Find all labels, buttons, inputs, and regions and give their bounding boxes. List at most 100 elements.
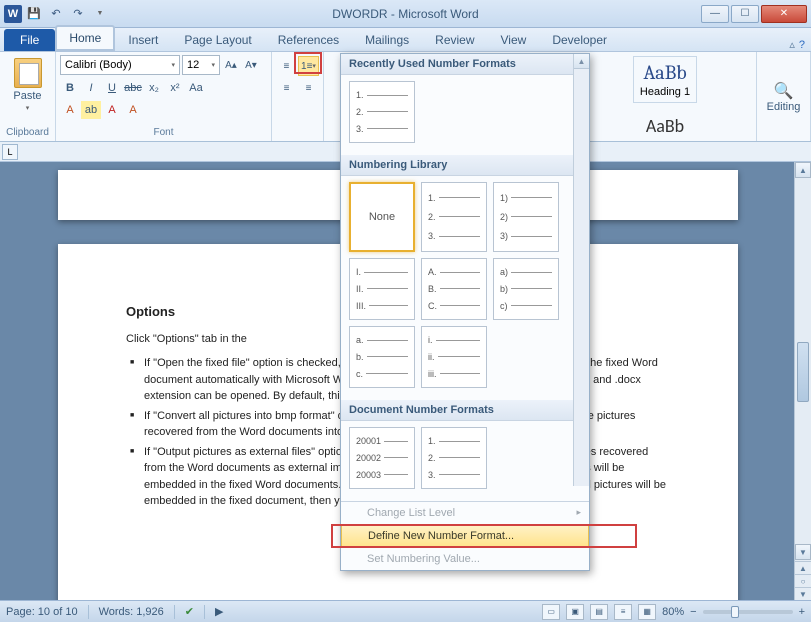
- ribbon-tabs: File Home Insert Page Layout References …: [0, 28, 811, 52]
- group-clipboard-label: Clipboard: [4, 126, 51, 139]
- zoom-percent[interactable]: 80%: [662, 606, 684, 618]
- group-paragraph-label: [276, 137, 319, 139]
- gallery-item[interactable]: 1. 2. 3.: [421, 427, 487, 489]
- gallery-item[interactable]: 1. 2. 3.: [421, 182, 487, 252]
- gallery-scrollbar[interactable]: ▲: [573, 54, 589, 486]
- tab-home[interactable]: Home: [55, 25, 115, 51]
- maximize-button[interactable]: ☐: [731, 5, 759, 23]
- grow-font-icon[interactable]: A▴: [222, 56, 240, 74]
- gallery-item[interactable]: 20001 20002 20003: [349, 427, 415, 489]
- subscript-button[interactable]: x₂: [144, 79, 164, 97]
- italic-button[interactable]: I: [81, 79, 101, 97]
- tab-page-layout[interactable]: Page Layout: [171, 28, 264, 51]
- text-effects-button[interactable]: A: [60, 101, 80, 119]
- group-paragraph: ≡ 1≡▾ ≡ ≡: [272, 52, 324, 141]
- shrink-font-icon[interactable]: A▾: [242, 56, 260, 74]
- view-draft-button[interactable]: ▦: [638, 604, 656, 620]
- paste-label: Paste: [13, 90, 41, 102]
- gallery-header-library: Numbering Library: [341, 155, 589, 176]
- title-bar: W 💾 ↶ ↷ ▼ DWORDR - Microsoft Word — ☐ ✕: [0, 0, 811, 28]
- view-outline-button[interactable]: ≡: [614, 604, 632, 620]
- tab-review[interactable]: Review: [422, 28, 487, 51]
- prev-page-icon[interactable]: ▲: [795, 561, 811, 574]
- superscript-button[interactable]: x²: [165, 79, 185, 97]
- numbering-button[interactable]: 1≡▾: [298, 56, 319, 76]
- font-size-dropdown[interactable]: 12▾: [182, 55, 220, 75]
- scroll-thumb[interactable]: [797, 342, 809, 402]
- scroll-down-icon[interactable]: ▼: [795, 544, 811, 560]
- tab-file[interactable]: File: [4, 29, 55, 51]
- clear-format-button[interactable]: A: [123, 101, 143, 119]
- view-print-layout-button[interactable]: ▭: [542, 604, 560, 620]
- window-title: DWORDR - Microsoft Word: [110, 7, 701, 21]
- highlight-button[interactable]: ab: [81, 101, 101, 119]
- view-web-button[interactable]: ▤: [590, 604, 608, 620]
- qat-redo-icon[interactable]: ↷: [68, 4, 88, 24]
- bullets-button[interactable]: ≡: [276, 56, 297, 76]
- status-words[interactable]: Words: 1,926: [99, 606, 164, 618]
- minimize-button[interactable]: —: [701, 5, 729, 23]
- strike-button[interactable]: abc: [123, 79, 143, 97]
- find-icon[interactable]: 🔍: [774, 81, 794, 101]
- gallery-item[interactable]: a. b. c.: [349, 326, 415, 388]
- underline-button[interactable]: U: [102, 79, 122, 97]
- align-center-button[interactable]: ≡: [298, 78, 319, 98]
- gallery-menu: Change List Level▸ Define New Number For…: [341, 501, 589, 570]
- close-button[interactable]: ✕: [761, 5, 807, 23]
- zoom-handle[interactable]: [731, 606, 739, 618]
- tab-references[interactable]: References: [265, 28, 352, 51]
- tab-insert[interactable]: Insert: [115, 28, 171, 51]
- gallery-item[interactable]: A. B. C.: [421, 258, 487, 320]
- bold-button[interactable]: B: [60, 79, 80, 97]
- zoom-out-button[interactable]: −: [690, 606, 696, 618]
- group-font-label: Font: [60, 126, 267, 139]
- scroll-up-icon[interactable]: ▲: [795, 162, 811, 178]
- gallery-scroll-up-icon[interactable]: ▲: [574, 54, 589, 69]
- gallery-item[interactable]: 1) 2) 3): [493, 182, 559, 252]
- font-color-button[interactable]: A: [102, 101, 122, 119]
- qat-save-icon[interactable]: 💾: [24, 4, 44, 24]
- menu-define-new-number-format[interactable]: Define New Number Format...: [341, 524, 589, 548]
- paste-icon: [14, 58, 42, 88]
- style-heading1[interactable]: AaBb Heading 1: [633, 56, 697, 103]
- gallery-header-docfmt: Document Number Formats: [341, 400, 589, 421]
- group-font: Calibri (Body)▾ 12▾ A▴ A▾ B I U abc x₂ x…: [56, 52, 272, 141]
- gallery-header-recent: Recently Used Number Formats: [341, 54, 589, 75]
- browse-object-icon[interactable]: ○: [795, 574, 811, 587]
- qat-undo-icon[interactable]: ↶: [46, 4, 66, 24]
- vertical-scrollbar[interactable]: ▲ ▼ ▲ ○ ▼: [794, 162, 811, 600]
- tab-developer[interactable]: Developer: [539, 28, 620, 51]
- ribbon-minimize-icon[interactable]: ▵: [789, 38, 795, 51]
- view-fullscreen-button[interactable]: ▣: [566, 604, 584, 620]
- gallery-item[interactable]: a) b) c): [493, 258, 559, 320]
- qat-customize-icon[interactable]: ▼: [90, 4, 110, 24]
- status-bar: Page: 10 of 10 Words: 1,926 ✔ ▶ ▭ ▣ ▤ ≡ …: [0, 600, 811, 622]
- status-proof-icon[interactable]: ✔: [185, 605, 194, 618]
- change-case-button[interactable]: Aa: [186, 79, 206, 97]
- paste-button[interactable]: Paste ▾: [4, 54, 51, 116]
- zoom-in-button[interactable]: +: [799, 606, 805, 618]
- gallery-item[interactable]: i. ii. iii.: [421, 326, 487, 388]
- tab-view[interactable]: View: [488, 28, 540, 51]
- gallery-item-none[interactable]: None: [349, 182, 415, 252]
- status-macro-icon[interactable]: ▶: [215, 605, 223, 618]
- gallery-item[interactable]: I. II. III.: [349, 258, 415, 320]
- tab-mailings[interactable]: Mailings: [352, 28, 422, 51]
- help-icon[interactable]: ?: [799, 39, 805, 51]
- group-clipboard: Paste ▾ Clipboard: [0, 52, 56, 141]
- font-name-dropdown[interactable]: Calibri (Body)▾: [60, 55, 180, 75]
- menu-set-numbering-value: Set Numbering Value...: [341, 548, 589, 570]
- style-normal[interactable]: AaBb: [640, 111, 690, 141]
- chevron-down-icon[interactable]: ▾: [26, 104, 30, 112]
- zoom-slider[interactable]: [703, 610, 793, 614]
- numbering-gallery-dropdown: ▲ Recently Used Number Formats 1. 2. 3. …: [340, 53, 590, 571]
- align-left-button[interactable]: ≡: [276, 78, 297, 98]
- tab-selector-button[interactable]: L: [2, 144, 18, 160]
- group-editing: 🔍 Editing: [757, 52, 811, 141]
- next-page-icon[interactable]: ▼: [795, 587, 811, 600]
- group-styles: AaBb Heading 1 AaBb Change Styles: [574, 52, 757, 141]
- menu-change-list-level: Change List Level▸: [341, 502, 589, 524]
- gallery-item-recent[interactable]: 1. 2. 3.: [349, 81, 415, 143]
- word-icon: W: [4, 5, 22, 23]
- status-page[interactable]: Page: 10 of 10: [6, 606, 78, 618]
